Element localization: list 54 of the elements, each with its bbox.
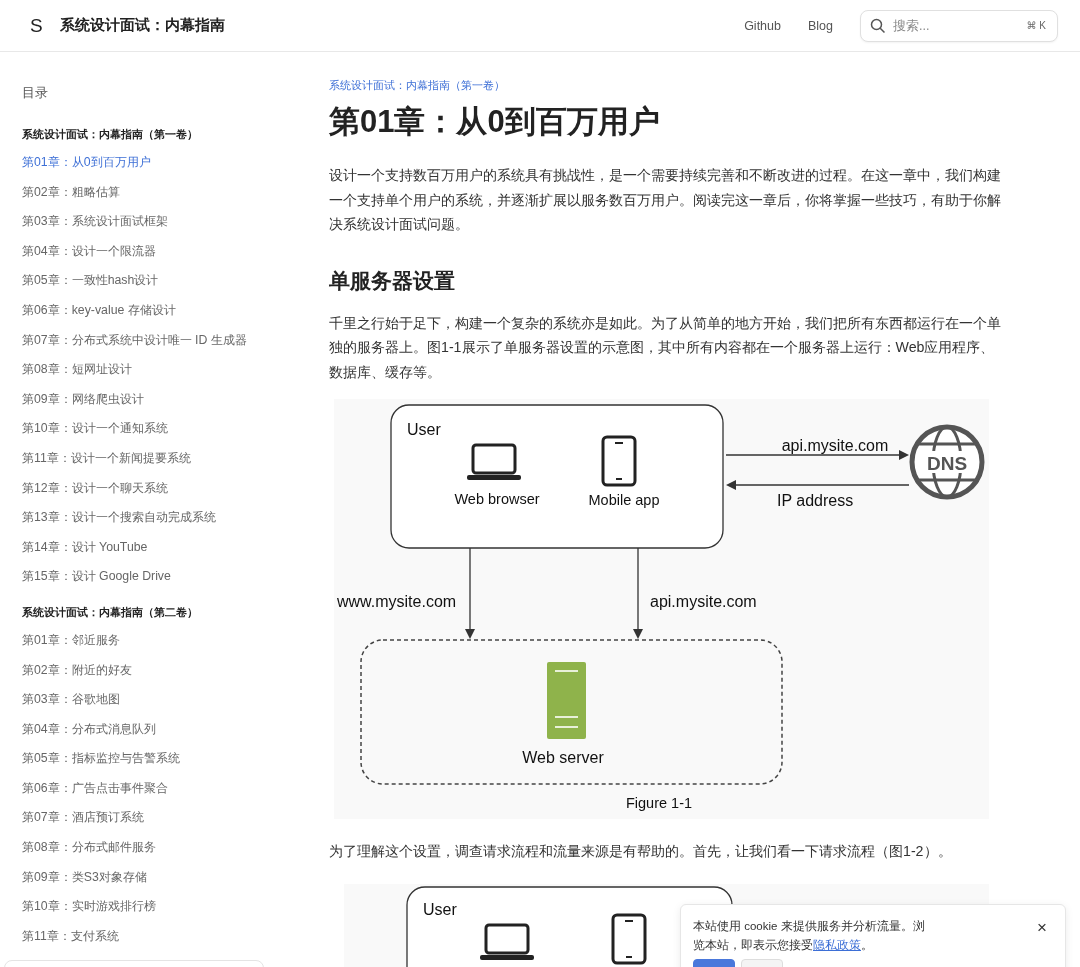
section-heading: 单服务器设置 [329, 267, 456, 294]
toc-item[interactable]: 第06章：key-value 存储设计 [22, 295, 300, 326]
cookie-notice: 本站使用 cookie 来提供服务并分析流量。浏览本站，即表示您接受隐私政策。 [693, 919, 926, 953]
toc-item[interactable]: 第03章：系统设计面试框架 [22, 207, 300, 237]
toc-item[interactable]: 第07章：酒店预订系统 [22, 803, 300, 834]
diagram-label: www.mysite.com [337, 593, 457, 610]
toc-item[interactable]: 第11章：支付系统 [22, 921, 300, 952]
shortcut-hint: ⌘ K [1026, 19, 1046, 31]
toc-item[interactable]: 第01章：从0到百万用户 [22, 148, 300, 178]
diagram-label: IP address [777, 492, 854, 509]
toc-item[interactable]: 第11章：设计一个新闻提要系统 [22, 443, 300, 474]
toc-item[interactable]: 第09章：网络爬虫设计 [22, 384, 300, 415]
toc-item[interactable]: 第08章：短网址设计 [22, 355, 300, 385]
toc-item[interactable]: 第02章：粗略估算 [22, 177, 300, 208]
paragraph: 为了理解这个设置，调查请求流程和流量来源是有帮助的。首先，让我们看一下请求流程（图1-2）。 [329, 842, 953, 861]
toc-title: 目录 [22, 85, 49, 102]
paragraph: 千里之行始于足下，构建一个复杂的系统亦是如此。为了从简单的地方开始，我们把所有东西都运行在一个单独的服务器上。图1-1展示了单服务器设置的示意图，其中所有内容都在一个服务器上运行：Web应用程序、数据库、缓存等。 [329, 313, 1001, 382]
toc-item[interactable]: 第03章：谷歌地图 [22, 685, 300, 715]
breadcrumb[interactable]: 系统设计面试：内幕指南（第一卷） [329, 79, 1009, 93]
toc-item[interactable]: 第04章：设计一个限流器 [22, 236, 300, 267]
toc-item[interactable]: 第05章：指标监控与告警系统 [22, 744, 300, 774]
diagram-label: Web browser [454, 491, 540, 507]
toc-item[interactable]: 第10章：设计一个通知系统 [22, 414, 300, 444]
toc-item[interactable]: 第12章：设计一个聊天系统 [22, 473, 300, 504]
nav-link[interactable]: Blog [807, 18, 833, 33]
site-title[interactable]: 系统设计面试：内幕指南 [60, 16, 225, 35]
diagram-label: User [423, 900, 457, 918]
toc-item[interactable]: 第14章：设计 YouTube [22, 532, 300, 563]
toc-item[interactable]: 第09章：类S3对象存储 [22, 862, 300, 893]
diagram-label: api.mysite.com [781, 437, 889, 454]
toc-item[interactable]: 第08章：分布式邮件服务 [22, 833, 300, 863]
toc-item[interactable]: 第05章：一致性hash设计 [22, 266, 300, 296]
site-logo[interactable]: S [30, 14, 60, 37]
toc-item[interactable]: 第07章：分布式系统中设计唯一 ID 生成器 [22, 325, 300, 356]
diagram-label: Mobile app [588, 492, 660, 508]
nav-link[interactable]: Github [744, 18, 781, 33]
toc-item[interactable]: 第02章：附近的好友 [22, 655, 300, 686]
diagram-label: api.mysite.com [650, 593, 757, 610]
toc-item[interactable]: 第10章：实时游戏排行榜 [22, 892, 300, 922]
diagram-label: User [407, 421, 441, 438]
toc-group-title: 系统设计面试：内幕指南（第二卷） [22, 605, 199, 620]
toc-item[interactable]: 第15章：设计 Google Drive [22, 562, 300, 592]
close-button[interactable]: × [1031, 917, 1053, 938]
figure-caption: Figure 1-1 [625, 795, 693, 811]
diagram-label: DNS [926, 453, 968, 474]
toc-item[interactable]: 第01章：邻近服务 [22, 625, 300, 656]
intro-paragraph: 设计一个支持数百万用户的系统具有挑战性，是一个需要持续完善和不断改进的过程。在这一章中，我们构建一个支持单个用户的系统，并逐渐扩展以服务数百万用户。阅读完这一章后，你将掌握一些技巧，有助于你解决系统设计面试问题。 [329, 166, 1001, 234]
chapter-title: 第01章：从0到百万用户 [329, 103, 661, 141]
toc-item[interactable]: 第13章：设计一个搜索自动完成系统 [22, 503, 300, 533]
privacy-link[interactable]: 隐私政策 [813, 939, 861, 951]
diagram-label: Web server [522, 749, 604, 766]
toc-item[interactable]: 第06章：广告点击事件聚合 [22, 773, 300, 804]
toc-group-title: 系统设计面试：内幕指南（第一卷） [22, 128, 199, 142]
toc-item[interactable]: 第04章：分布式消息队列 [22, 714, 300, 745]
